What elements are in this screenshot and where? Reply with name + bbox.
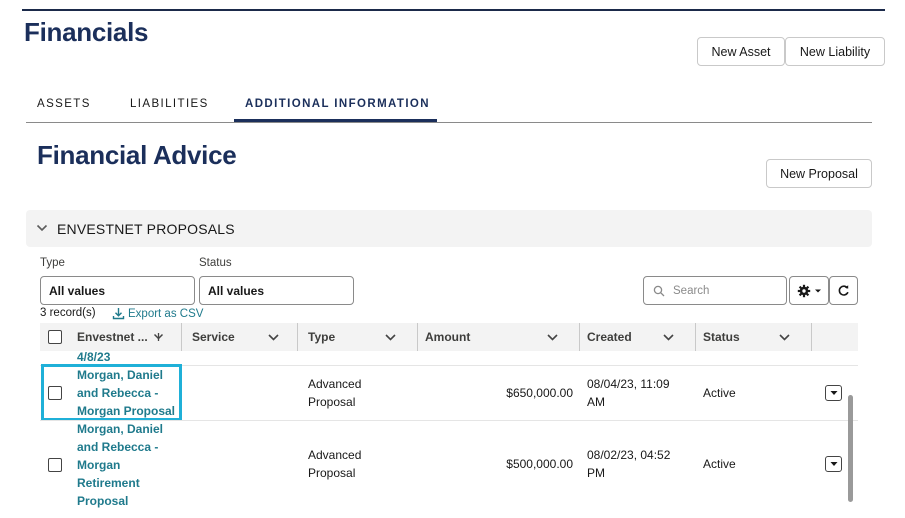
row-actions-button[interactable] xyxy=(825,456,842,472)
name-line: and Rebecca - xyxy=(77,440,159,454)
column-divider xyxy=(181,323,182,351)
caret-down-icon xyxy=(830,462,837,466)
column-header-created[interactable]: Created xyxy=(587,323,632,351)
type-cell: Advanced Proposal xyxy=(308,446,361,482)
type-filter-select[interactable]: All values xyxy=(40,276,195,305)
new-proposal-button[interactable]: New Proposal xyxy=(766,159,872,188)
column-header-type[interactable]: Type xyxy=(308,323,335,351)
chevron-down-icon[interactable] xyxy=(547,332,558,343)
download-icon xyxy=(112,308,125,320)
status-filter-select[interactable]: All values xyxy=(199,276,354,305)
select-all-checkbox[interactable] xyxy=(48,330,62,344)
search-box xyxy=(643,276,787,305)
amount-cell: $500,000.00 xyxy=(506,457,573,471)
status-cell: Active xyxy=(703,386,736,400)
type-cell: Advanced Proposal xyxy=(308,375,361,411)
search-icon xyxy=(653,285,665,297)
created-line: 08/04/23, 11:09 xyxy=(587,377,670,391)
name-line: Morgan, Daniel xyxy=(77,422,164,436)
column-divider xyxy=(579,323,580,351)
sort-icon[interactable] xyxy=(153,331,164,343)
caret-down-icon xyxy=(830,391,837,395)
type-line: Proposal xyxy=(308,395,356,409)
tab-additional-information[interactable]: ADDITIONAL INFORMATION xyxy=(245,98,430,110)
new-liability-button[interactable]: New Liability xyxy=(785,37,885,66)
created-line: 08/02/23, 04:52 xyxy=(587,448,671,462)
column-header-service[interactable]: Service xyxy=(192,323,235,351)
column-divider xyxy=(811,323,812,351)
tab-liabilities[interactable]: LIABILITIES xyxy=(130,98,209,110)
record-count: 3 record(s) xyxy=(40,307,96,319)
list-settings-button[interactable] xyxy=(789,276,829,305)
column-header-envestnet[interactable]: Envestnet ... xyxy=(77,323,148,351)
chevron-down-icon[interactable] xyxy=(268,332,279,343)
name-line: Morgan xyxy=(77,458,121,472)
top-divider xyxy=(22,9,885,11)
table-header: Envestnet ... Service Type Amount Create… xyxy=(40,323,858,351)
name-line: Retirement xyxy=(77,476,140,490)
created-cell: 08/02/23, 04:52 PM xyxy=(587,446,670,482)
type-line: Advanced xyxy=(308,377,362,391)
new-asset-button[interactable]: New Asset xyxy=(697,37,785,66)
gear-icon xyxy=(797,284,810,297)
name-line: Proposal xyxy=(77,494,129,508)
accordion-header-envestnet-proposals[interactable]: ENVESTNET PROPOSALS xyxy=(26,210,872,247)
tab-bar: ASSETS LIABILITIES ADDITIONAL INFORMATIO… xyxy=(26,90,872,123)
section-title: Financial Advice xyxy=(37,140,237,170)
created-line: AM xyxy=(587,395,605,409)
search-input[interactable] xyxy=(673,283,781,299)
column-header-amount[interactable]: Amount xyxy=(425,323,470,351)
status-filter-label: Status xyxy=(199,257,232,269)
chevron-down-icon[interactable] xyxy=(779,332,790,343)
proposal-name-link[interactable]: Morgan, Daniel and Rebecca - Morgan Reti… xyxy=(77,420,163,510)
amount-cell: $650,000.00 xyxy=(506,386,573,400)
chevron-down-icon xyxy=(36,224,48,232)
refresh-button[interactable] xyxy=(829,276,858,305)
status-cell: Active xyxy=(703,457,736,471)
column-header-status[interactable]: Status xyxy=(703,323,740,351)
highlight-box xyxy=(41,364,182,421)
type-line: Advanced xyxy=(308,448,362,462)
table-scrollbar[interactable] xyxy=(848,395,853,502)
column-divider xyxy=(417,323,418,351)
export-csv-label: Export as CSV xyxy=(128,307,204,320)
type-filter-label: Type xyxy=(40,257,65,269)
accordion-title: ENVESTNET PROPOSALS xyxy=(57,221,235,237)
column-divider xyxy=(695,323,696,351)
created-cell: 08/04/23, 11:09 AM xyxy=(587,375,670,411)
active-tab-indicator xyxy=(234,119,437,122)
row-checkbox[interactable] xyxy=(48,458,62,472)
page-title: Financials xyxy=(24,17,149,47)
export-csv-link[interactable]: Export as CSV xyxy=(112,307,203,320)
column-divider xyxy=(297,323,298,351)
caret-down-icon xyxy=(814,289,821,292)
row-actions-button[interactable] xyxy=(825,385,842,401)
tab-assets[interactable]: ASSETS xyxy=(37,98,91,110)
chevron-down-icon[interactable] xyxy=(385,332,396,343)
chevron-down-icon[interactable] xyxy=(663,332,674,343)
refresh-icon xyxy=(838,285,849,296)
type-line: Proposal xyxy=(308,466,356,480)
created-line: PM xyxy=(587,466,605,480)
